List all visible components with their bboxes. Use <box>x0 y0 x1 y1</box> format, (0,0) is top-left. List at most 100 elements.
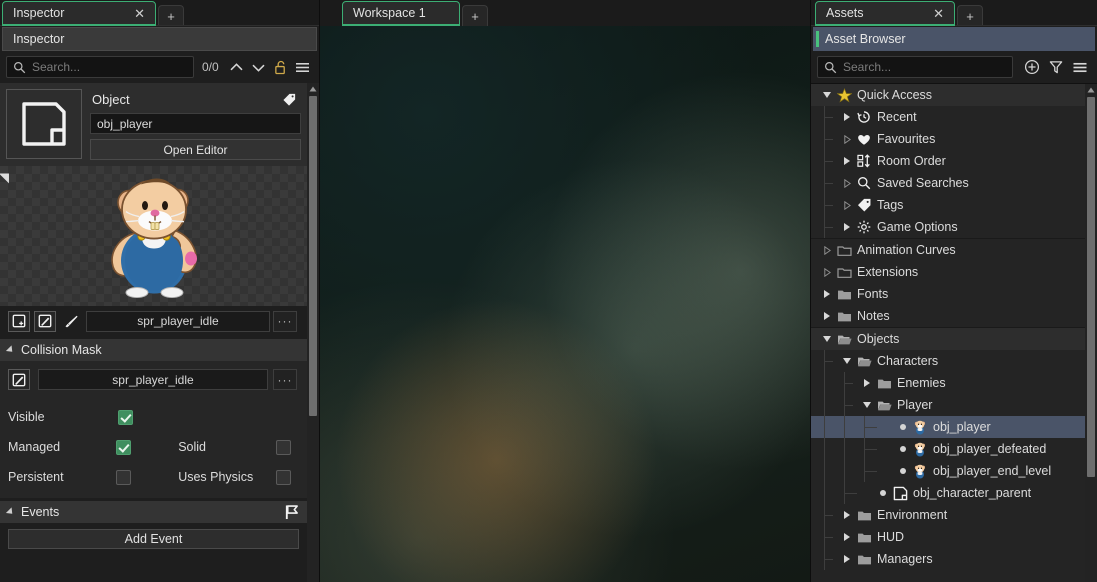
add-tab-button[interactable]: + <box>158 5 184 26</box>
mask-menu-button[interactable]: ··· <box>273 369 297 390</box>
asset-tree-row[interactable]: Player <box>811 394 1085 416</box>
mask-sprite-field[interactable]: spr_player_idle <box>38 369 268 390</box>
chevron-right-outline-icon[interactable] <box>839 134 855 144</box>
chevron-right-outline-icon[interactable] <box>839 200 855 210</box>
asset-tree-row-label: obj_player <box>933 420 991 434</box>
chevron-right-icon[interactable] <box>819 312 835 320</box>
edit-mask-button[interactable] <box>8 369 30 390</box>
asset-tree-row[interactable]: obj_player_defeated <box>811 438 1085 460</box>
filter-assets-button[interactable] <box>1045 56 1067 78</box>
sprite-name-field[interactable]: spr_player_idle <box>86 310 270 332</box>
tab-assets[interactable]: Assets ✕ <box>815 1 955 26</box>
chevron-down-icon[interactable] <box>819 336 835 342</box>
asset-tree-row[interactable]: Objects <box>811 328 1085 350</box>
chevron-right-icon[interactable] <box>839 555 855 563</box>
events-section-header[interactable]: Events <box>0 501 307 523</box>
tab-workspace-1[interactable]: Workspace 1 <box>342 1 460 26</box>
asset-tree-row[interactable]: Managers <box>811 548 1085 570</box>
visible-checkbox[interactable] <box>118 409 133 425</box>
scrollbar-thumb[interactable] <box>309 96 317 416</box>
add-asset-button[interactable] <box>1021 56 1043 78</box>
chevron-right-icon[interactable] <box>859 379 875 387</box>
edit-sprite-button[interactable] <box>34 310 56 332</box>
asset-tree-row[interactable]: Notes <box>811 305 1085 327</box>
asset-tree-row-label: Objects <box>857 332 900 346</box>
solid-checkbox[interactable] <box>276 439 291 455</box>
tab-inspector[interactable]: Inspector ✕ <box>2 1 156 26</box>
chevron-right-icon[interactable] <box>839 511 855 519</box>
assets-search-input[interactable] <box>843 60 1006 74</box>
uses-physics-checkbox[interactable] <box>276 469 291 485</box>
scroll-up-button[interactable] <box>1085 84 1097 95</box>
asset-tree[interactable]: Quick Access Recent Favourites Room Order Sa… <box>811 83 1097 582</box>
asset-tree-row[interactable]: obj_player_end_level <box>811 460 1085 482</box>
object-thumbnail[interactable] <box>6 89 82 159</box>
asset-tree-row[interactable]: Saved Searches <box>811 172 1085 194</box>
sprite-menu-button[interactable]: ··· <box>273 310 297 332</box>
asset-tree-row[interactable]: Quick Access <box>811 84 1085 106</box>
scroll-up-button[interactable] <box>307 83 319 94</box>
search-next-button[interactable] <box>249 56 269 78</box>
tab-assets-label: Assets <box>826 6 864 20</box>
tag-icon[interactable] <box>282 92 297 107</box>
close-icon[interactable]: ✕ <box>132 7 147 20</box>
asset-tree-row[interactable]: obj_character_parent <box>811 482 1085 504</box>
asset-tree-row[interactable]: HUD <box>811 526 1085 548</box>
chevron-right-icon[interactable] <box>839 223 855 231</box>
assets-menu-button[interactable] <box>1069 56 1091 78</box>
asset-tree-row[interactable]: Animation Curves <box>811 239 1085 261</box>
asset-tree-row[interactable]: Tags <box>811 194 1085 216</box>
workspace-background <box>320 26 810 582</box>
inspector-scrollbar[interactable] <box>307 83 319 582</box>
chevron-down-icon[interactable] <box>819 92 835 98</box>
add-workspace-button[interactable]: + <box>462 5 488 26</box>
inspector-search-box[interactable] <box>6 56 194 78</box>
sprite-preview[interactable] <box>0 166 307 306</box>
chevron-down-icon[interactable] <box>859 402 875 408</box>
persistent-checkbox[interactable] <box>115 469 131 485</box>
new-sprite-button[interactable] <box>8 310 30 332</box>
asset-tree-row[interactable]: Favourites <box>811 128 1085 150</box>
paint-sprite-button[interactable] <box>60 311 82 332</box>
chevron-down-icon[interactable] <box>839 358 855 364</box>
flag-icon[interactable] <box>284 504 299 520</box>
inspector-search-input[interactable] <box>32 60 187 74</box>
tree-indent-guide <box>824 361 833 362</box>
chevron-right-icon[interactable] <box>819 290 835 298</box>
add-tab-button[interactable]: + <box>957 5 983 26</box>
scrollbar-thumb[interactable] <box>1087 97 1095 477</box>
open-editor-button[interactable]: Open Editor <box>90 139 301 160</box>
search-prev-button[interactable] <box>227 56 247 78</box>
asset-tree-row[interactable]: Game Options <box>811 216 1085 238</box>
tree-indent-guide <box>824 183 833 184</box>
tree-indent-guide <box>844 493 857 494</box>
chevron-right-outline-icon[interactable] <box>819 245 835 255</box>
lock-open-icon <box>275 60 286 74</box>
asset-tree-row[interactable]: Enemies <box>811 372 1085 394</box>
asset-tree-row[interactable]: Room Order <box>811 150 1085 172</box>
chevron-right-outline-icon[interactable] <box>819 267 835 277</box>
chevron-right-icon[interactable] <box>839 533 855 541</box>
asset-tree-scrollbar[interactable] <box>1085 84 1097 582</box>
object-name-input[interactable]: obj_player <box>90 113 301 134</box>
asset-tree-row[interactable]: Recent <box>811 106 1085 128</box>
asset-tree-row[interactable]: Characters <box>811 350 1085 372</box>
object-properties-area: spr_player_idle ··· Visible Managed Soli… <box>0 361 307 498</box>
chevron-right-icon[interactable] <box>839 113 855 121</box>
assets-search-box[interactable] <box>817 56 1013 78</box>
asset-tree-row[interactable]: Fonts <box>811 283 1085 305</box>
asset-tree-row-selected[interactable]: obj_player <box>811 416 1085 438</box>
managed-checkbox[interactable] <box>115 439 131 455</box>
asset-tree-row[interactable]: Extensions <box>811 261 1085 283</box>
collision-mask-section-header[interactable]: Collision Mask <box>0 339 307 361</box>
lock-toggle-button[interactable] <box>271 56 291 78</box>
inspector-menu-button[interactable] <box>293 56 313 78</box>
add-event-button[interactable]: Add Event <box>8 529 299 549</box>
workspace-canvas[interactable] <box>320 26 810 582</box>
chevron-right-outline-icon[interactable] <box>839 178 855 188</box>
folder-icon <box>875 377 893 390</box>
close-icon[interactable]: ✕ <box>931 7 946 20</box>
chevron-right-icon[interactable] <box>839 157 855 165</box>
collapse-triangle-icon[interactable] <box>0 168 14 184</box>
asset-tree-row[interactable]: Environment <box>811 504 1085 526</box>
